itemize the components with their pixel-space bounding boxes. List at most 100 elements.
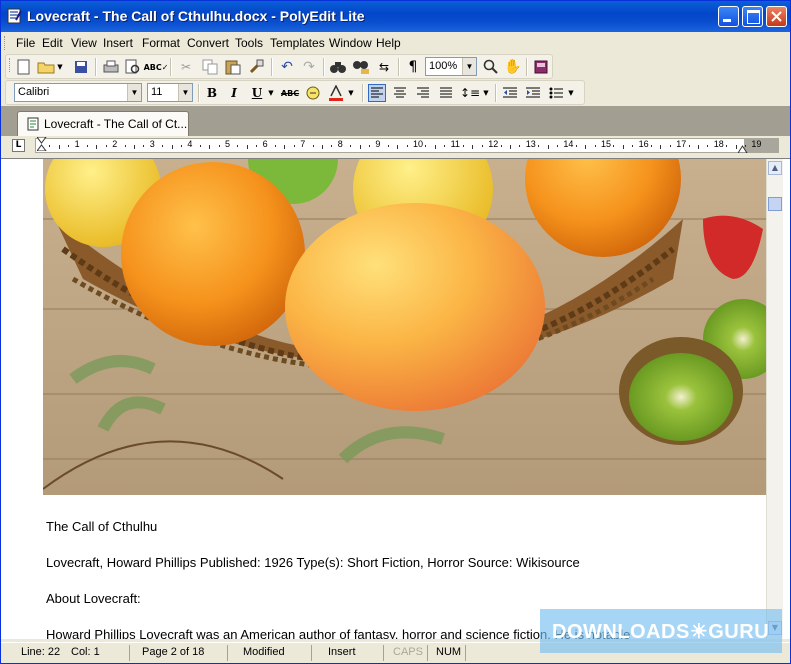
right-indent-marker[interactable] — [738, 145, 748, 153]
maximize-button[interactable] — [742, 6, 763, 27]
menu-format[interactable]: Format — [142, 36, 180, 50]
decrease-indent-button[interactable] — [501, 84, 519, 102]
menu-insert[interactable]: Insert — [103, 36, 133, 50]
document-tab[interactable]: Lovecraft - The Call of Ct... — [17, 111, 189, 136]
pan-button[interactable]: ✋ — [504, 58, 522, 76]
ruler-number: 3 — [149, 139, 155, 149]
ruler-tick — [387, 145, 389, 147]
open-dropdown[interactable]: ▼ — [56, 58, 64, 76]
ruler-number: 18 — [713, 139, 724, 149]
underline-icon: U — [251, 86, 263, 100]
zoom-dropdown[interactable]: ▼ — [462, 58, 476, 75]
close-button[interactable] — [766, 6, 787, 27]
document-area[interactable]: The Call of Cthulhu Lovecraft, Howard Ph… — [1, 158, 790, 639]
underline-button[interactable]: U — [248, 84, 266, 102]
bold-button[interactable]: B — [203, 84, 221, 102]
maximize-icon — [747, 10, 760, 24]
find-replace-button[interactable] — [352, 58, 370, 76]
bullets-button[interactable] — [547, 84, 565, 102]
font-name-combo[interactable]: Calibri ▼ — [14, 83, 142, 102]
ruler-tick — [425, 145, 427, 147]
find-button[interactable] — [329, 58, 347, 76]
increase-indent-button[interactable] — [524, 84, 542, 102]
cut-button[interactable]: ✂ — [177, 58, 195, 76]
italic-icon: I — [231, 86, 237, 100]
line-spacing-dropdown[interactable]: ▼ — [482, 84, 490, 102]
highlight-button[interactable] — [304, 84, 322, 102]
align-center-button[interactable] — [391, 84, 409, 102]
book-button[interactable] — [532, 58, 550, 76]
font-size-combo[interactable]: 11 ▼ — [147, 83, 193, 102]
goto-button[interactable]: ⇆ — [375, 58, 393, 76]
status-num: NUM — [436, 646, 462, 658]
print-preview-button[interactable] — [124, 58, 142, 76]
app-icon — [7, 8, 22, 24]
separator — [198, 84, 200, 102]
tab-stop-selector[interactable]: L — [12, 139, 25, 152]
menu-edit[interactable]: Edit — [42, 36, 63, 50]
menu-window[interactable]: Window — [329, 36, 372, 50]
font-color-dropdown[interactable]: ▼ — [347, 84, 355, 102]
show-formatting-button[interactable]: ¶ — [404, 58, 422, 76]
print-button[interactable] — [102, 58, 120, 76]
copy-button[interactable] — [201, 58, 219, 76]
first-line-indent-marker[interactable] — [37, 137, 47, 151]
align-right-button[interactable] — [414, 84, 432, 102]
vertical-scrollbar[interactable]: ▲ ▼ — [766, 159, 783, 639]
tab-label: Lovecraft - The Call of Ct... — [44, 117, 188, 131]
font-size-value: 11 — [151, 86, 163, 98]
minimize-button[interactable] — [718, 6, 739, 27]
outdent-icon — [503, 87, 517, 98]
redo-button[interactable]: ↷ — [300, 58, 318, 76]
document-tab-bar: Lovecraft - The Call of Ct... — [1, 106, 790, 136]
menu-view[interactable]: View — [71, 36, 97, 50]
binoculars-icon — [330, 62, 346, 73]
magnifier-icon — [483, 59, 498, 74]
menu-tools[interactable]: Tools — [235, 36, 263, 50]
separator — [95, 58, 97, 76]
chevron-down-icon: ▼ — [465, 62, 474, 71]
title-bar[interactable]: Lovecraft - The Call of Cthulhu.docx - P… — [1, 1, 790, 32]
menu-help[interactable]: Help — [376, 36, 401, 50]
ruler-tick — [171, 145, 173, 149]
ruler-tick — [585, 145, 587, 149]
scroll-thumb[interactable] — [768, 197, 782, 211]
menu-convert[interactable]: Convert — [187, 36, 229, 50]
scroll-up-button[interactable]: ▲ — [768, 161, 782, 175]
font-size-dropdown[interactable]: ▼ — [178, 84, 192, 101]
zoom-combo[interactable]: 100% ▼ — [425, 57, 477, 76]
menu-file[interactable]: File — [16, 36, 35, 50]
separator — [170, 58, 172, 76]
horizontal-ruler[interactable]: 1 2 3 4 5 6 7 8 9 10 11 12 13 14 15 16 17 18 19 — [35, 137, 779, 153]
align-left-button[interactable] — [368, 84, 386, 102]
ruler-tick — [735, 145, 737, 149]
document-heading: The Call of Cthulhu — [46, 519, 158, 534]
font-color-button[interactable] — [327, 84, 345, 102]
menu-templates[interactable]: Templates — [270, 36, 325, 50]
font-name-dropdown[interactable]: ▼ — [127, 84, 141, 101]
chevron-down-icon: ▼ — [57, 63, 63, 71]
strikethrough-button[interactable]: ABC — [281, 84, 299, 102]
undo-icon: ↶ — [281, 59, 293, 75]
ruler-tick — [359, 145, 361, 149]
new-document-button[interactable] — [15, 58, 33, 76]
underline-dropdown[interactable]: ▼ — [267, 84, 275, 102]
bullets-dropdown[interactable]: ▼ — [567, 84, 575, 102]
open-button[interactable] — [37, 58, 55, 76]
font-color-icon — [329, 85, 343, 101]
save-button[interactable] — [72, 58, 90, 76]
paste-button[interactable] — [224, 58, 242, 76]
justify-button[interactable] — [437, 84, 455, 102]
italic-button[interactable]: I — [225, 84, 243, 102]
standard-toolbar: ▼ ABC✓ ✂ ↶ ↷ ⇆ ¶ 100% ▼ ✋ — [5, 54, 553, 79]
ruler-tick — [651, 145, 652, 147]
spellcheck-button[interactable]: ABC✓ — [144, 58, 169, 76]
zoom-button[interactable] — [482, 58, 500, 76]
undo-button[interactable]: ↶ — [278, 58, 296, 76]
status-insert-mode[interactable]: Insert — [328, 646, 356, 658]
strikethrough-icon: ABC — [280, 88, 300, 98]
line-spacing-button[interactable]: ↕≡ — [460, 84, 480, 102]
ruler-tick — [707, 145, 709, 147]
format-painter-button[interactable] — [247, 58, 265, 76]
ruler-tick — [246, 145, 248, 149]
